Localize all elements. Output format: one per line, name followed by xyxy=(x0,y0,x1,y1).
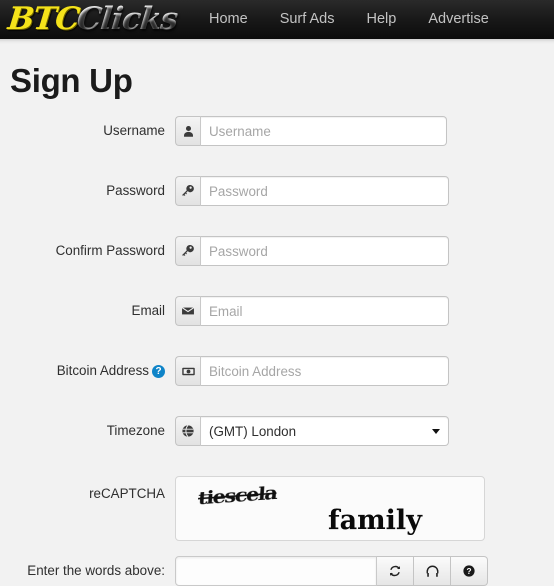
label-recaptcha: reCAPTCHA xyxy=(89,486,165,501)
label-email: Email xyxy=(131,303,165,318)
timezone-select-wrapper: (GMT) London xyxy=(201,416,449,446)
banknote-icon xyxy=(175,356,201,386)
nav-item-home[interactable]: Home xyxy=(193,0,264,39)
form-row-confirm-password: Confirm Password xyxy=(0,236,554,296)
form-row-username: Username xyxy=(0,116,554,176)
label-password: Password xyxy=(106,183,165,198)
signup-form: Username Password xyxy=(0,116,554,586)
label-confirm-password: Confirm Password xyxy=(55,243,165,258)
input-group-timezone: (GMT) London xyxy=(175,416,449,446)
input-group-password xyxy=(175,176,449,206)
nav-item-help[interactable]: Help xyxy=(351,0,413,39)
label-captcha-entry: Enter the words above: xyxy=(27,563,165,578)
nav-item-advertise[interactable]: Advertise xyxy=(412,0,504,39)
form-row-captcha-entry: Enter the words above: ? xyxy=(0,556,554,586)
envelope-icon xyxy=(175,296,201,326)
bitcoin-address-input[interactable] xyxy=(201,356,449,386)
help-icon[interactable]: ? xyxy=(451,556,488,586)
username-input[interactable] xyxy=(201,116,447,146)
input-group-email xyxy=(175,296,449,326)
site-logo[interactable]: BTC Clicks xyxy=(6,1,179,37)
logo-text-clicks: Clicks xyxy=(75,1,179,37)
timezone-select[interactable]: (GMT) London xyxy=(201,416,449,446)
user-icon xyxy=(175,116,201,146)
form-row-bitcoin-address: Bitcoin Address? xyxy=(0,356,554,416)
label-bitcoin-address-text: Bitcoin Address xyxy=(56,363,149,378)
globe-icon xyxy=(175,416,201,446)
captcha-word-plain: family xyxy=(328,505,422,536)
help-circle-icon[interactable]: ? xyxy=(152,365,165,378)
label-timezone: Timezone xyxy=(106,423,165,438)
label-bitcoin-address: Bitcoin Address? xyxy=(0,356,175,386)
form-row-timezone: Timezone (GMT) London xyxy=(0,416,554,476)
form-row-recaptcha: reCAPTCHA tiescela family xyxy=(0,476,554,556)
input-group-bitcoin-address xyxy=(175,356,449,386)
key-icon xyxy=(175,236,201,266)
navbar: BTC Clicks Home Surf Ads Help Advertise xyxy=(0,0,554,39)
key-icon xyxy=(175,176,201,206)
email-input[interactable] xyxy=(201,296,449,326)
input-group-username xyxy=(175,116,447,146)
svg-text:?: ? xyxy=(466,566,471,576)
form-row-password: Password xyxy=(0,176,554,236)
logo-text-btc: BTC xyxy=(6,1,81,37)
form-row-email: Email xyxy=(0,296,554,356)
input-group-captcha-entry: ? xyxy=(175,556,488,586)
nav-item-surf-ads[interactable]: Surf Ads xyxy=(264,0,351,39)
recaptcha-image: tiescela family xyxy=(175,476,485,541)
navbar-shadow xyxy=(0,39,554,44)
input-group-confirm-password xyxy=(175,236,449,266)
refresh-icon[interactable] xyxy=(377,556,414,586)
headphones-icon[interactable] xyxy=(414,556,451,586)
signup-page: Sign Up Username Password xyxy=(0,62,554,586)
page-title: Sign Up xyxy=(10,62,133,99)
captcha-input[interactable] xyxy=(175,556,377,586)
main-navigation: Home Surf Ads Help Advertise xyxy=(193,0,505,39)
label-username: Username xyxy=(103,123,165,138)
password-input[interactable] xyxy=(201,176,449,206)
captcha-word-distorted: tiescela xyxy=(197,482,278,509)
confirm-password-input[interactable] xyxy=(201,236,449,266)
